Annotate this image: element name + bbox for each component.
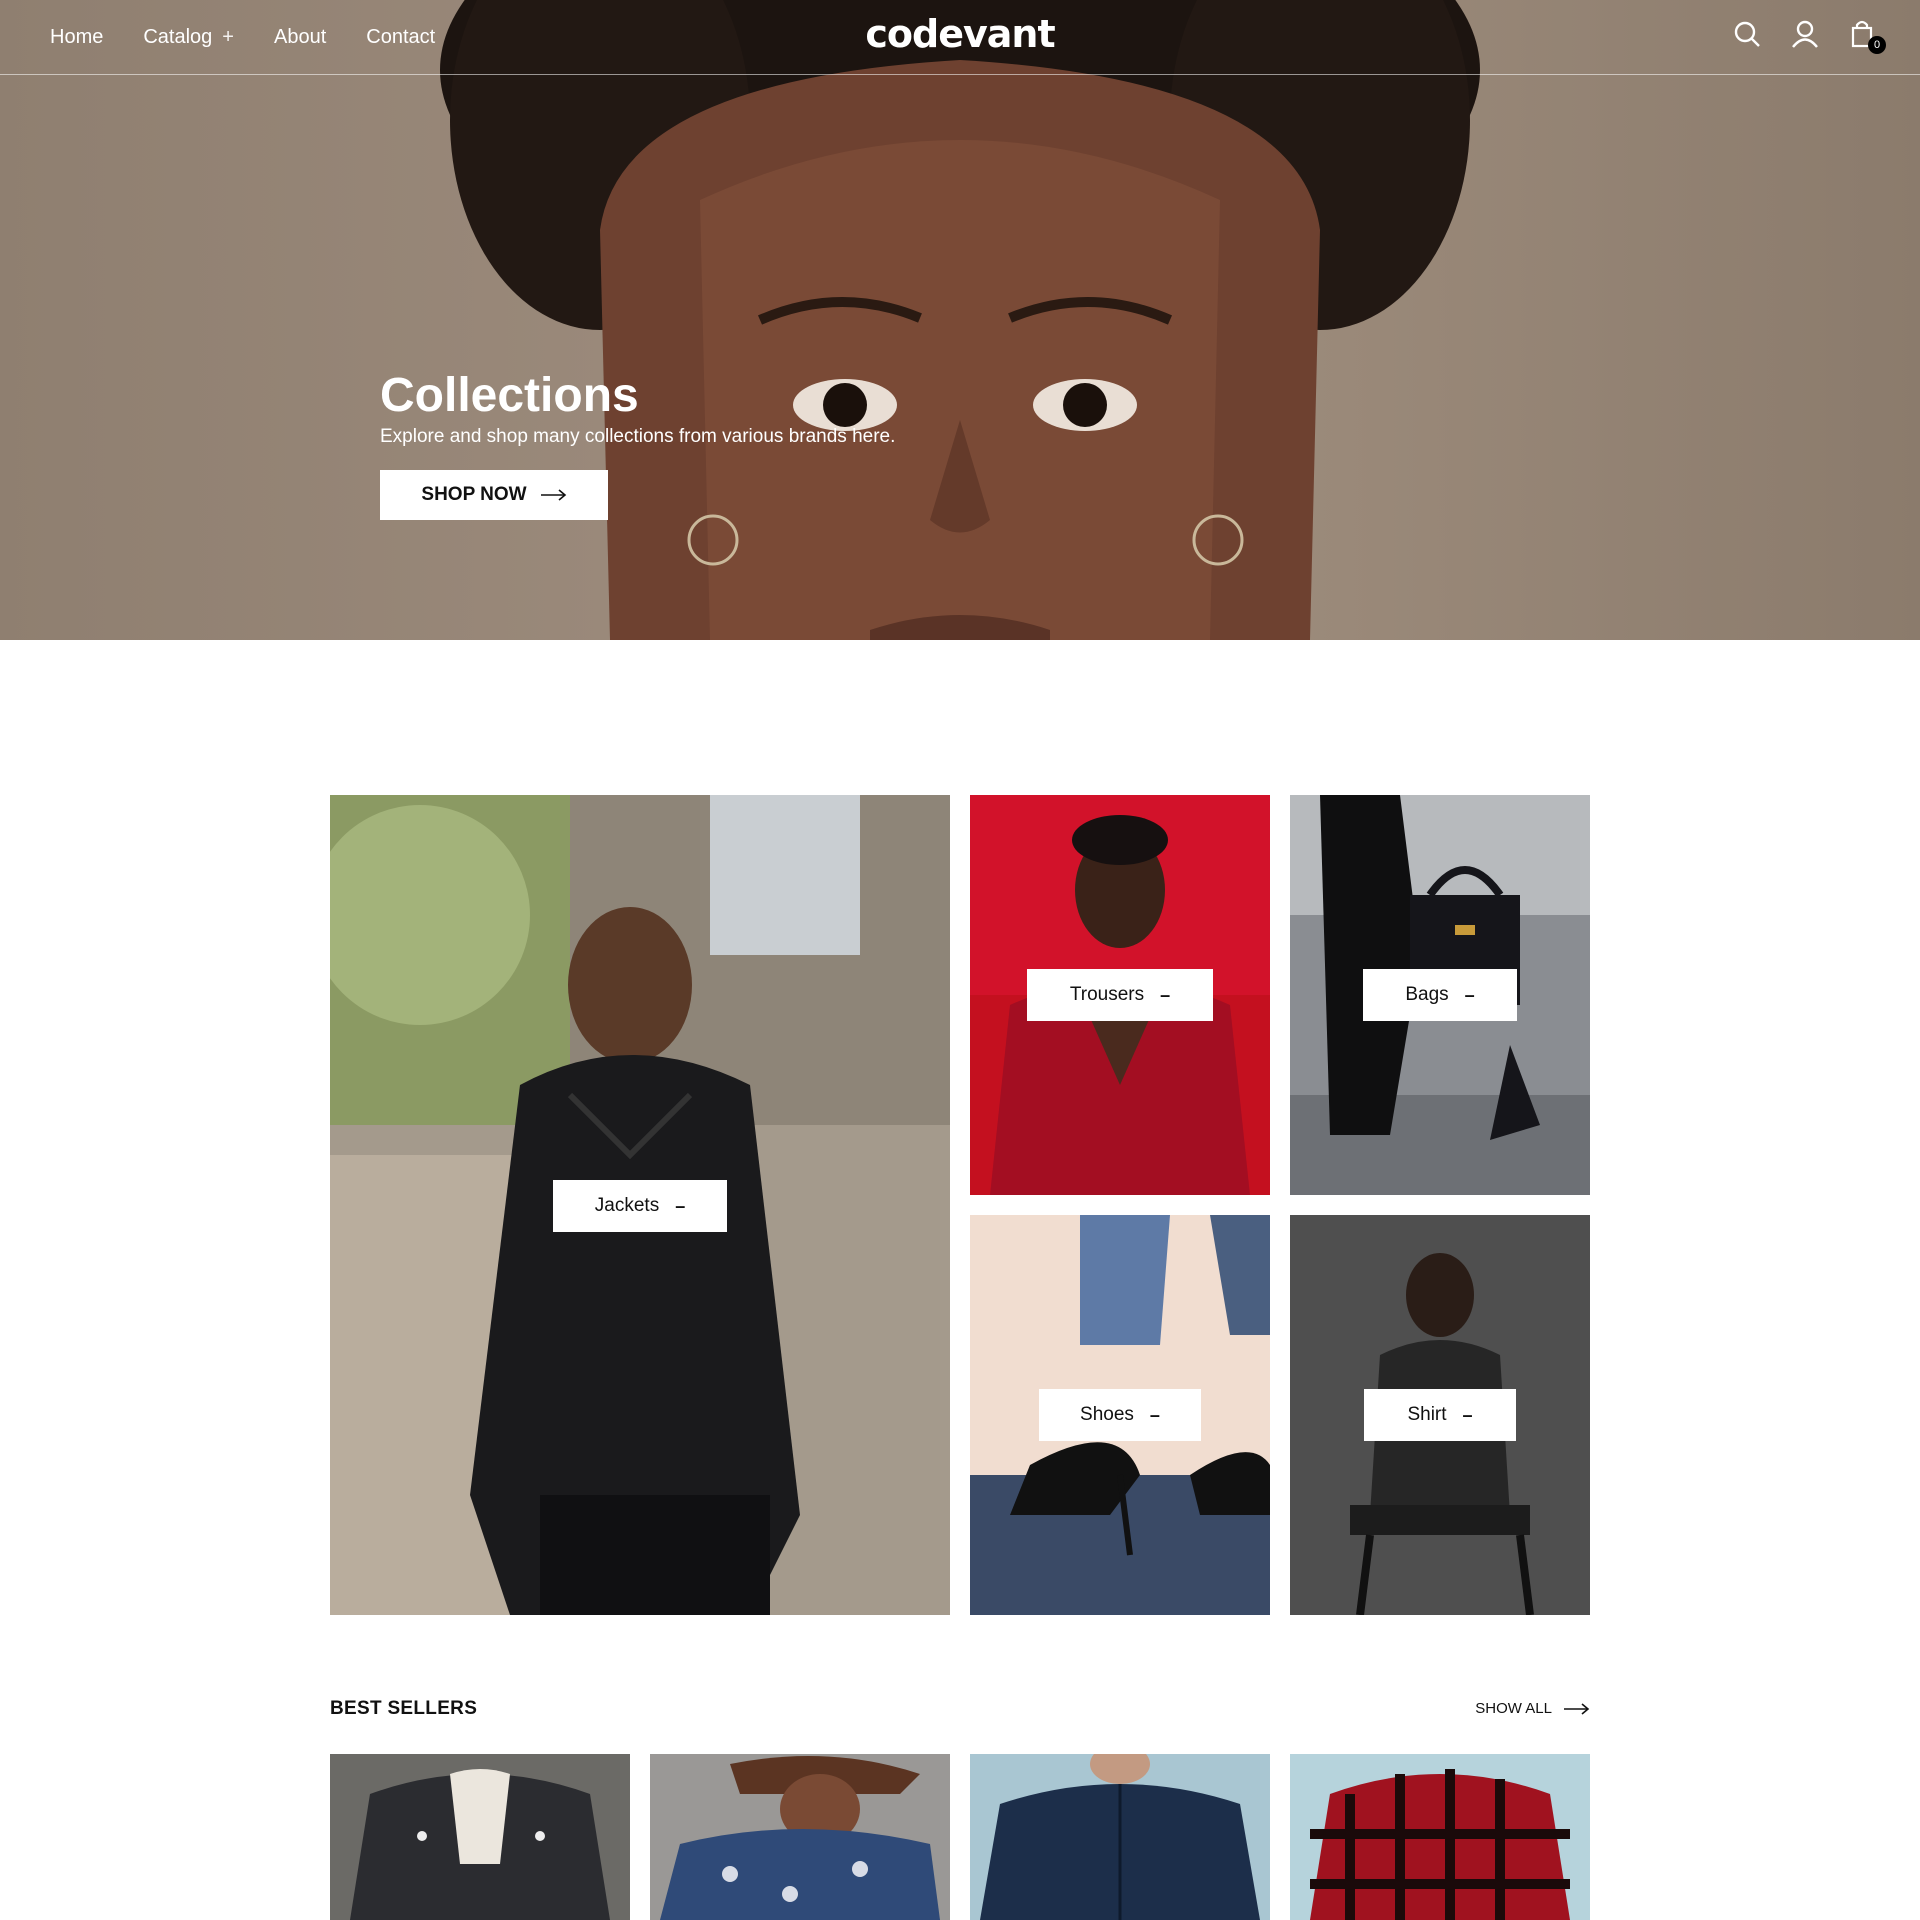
nav-icon-group: 0 bbox=[1732, 18, 1886, 54]
product-card[interactable] bbox=[330, 1754, 630, 1920]
shop-now-button[interactable]: SHOP NOW bbox=[380, 470, 608, 520]
best-sellers-heading: BEST SELLERS bbox=[330, 1698, 478, 1719]
product-card[interactable] bbox=[1290, 1754, 1590, 1920]
hero-title: Collections bbox=[380, 369, 639, 422]
top-navigation: Home Catalog + About Contact codevant 0 bbox=[0, 0, 1920, 75]
collection-label-shoes[interactable]: Shoes – bbox=[1039, 1389, 1201, 1441]
dash-icon: – bbox=[675, 1195, 686, 1216]
shirt-label-text: Shirt bbox=[1407, 1404, 1447, 1425]
cart-count-badge: 0 bbox=[1868, 36, 1886, 54]
product-image-patterned-shirt bbox=[650, 1754, 950, 1920]
user-icon[interactable] bbox=[1790, 18, 1820, 50]
jackets-label-text: Jackets bbox=[594, 1195, 660, 1216]
collection-label-bags[interactable]: Bags – bbox=[1363, 969, 1517, 1021]
show-all-link[interactable]: SHOW ALL bbox=[1475, 1700, 1590, 1717]
collection-label-trousers[interactable]: Trousers – bbox=[1027, 969, 1213, 1021]
arrow-right-icon bbox=[1564, 1702, 1590, 1715]
collection-tile-shirt[interactable]: Shirt – bbox=[1290, 1215, 1590, 1615]
search-icon[interactable] bbox=[1732, 18, 1762, 50]
product-card[interactable] bbox=[970, 1754, 1270, 1920]
collection-tile-jackets[interactable]: Jackets – bbox=[330, 795, 950, 1615]
collection-label-jackets[interactable]: Jackets – bbox=[553, 1180, 727, 1232]
dash-icon: – bbox=[1149, 1404, 1160, 1425]
bags-label-text: Bags bbox=[1405, 984, 1449, 1005]
hero-banner: Home Catalog + About Contact codevant 0 … bbox=[0, 0, 1920, 640]
shop-now-label: SHOP NOW bbox=[421, 484, 527, 505]
shoes-label-text: Shoes bbox=[1080, 1404, 1134, 1425]
collection-tile-trousers[interactable]: Trousers – bbox=[970, 795, 1270, 1195]
collection-tile-shoes[interactable]: Shoes – bbox=[970, 1215, 1270, 1615]
product-image-navy-jacket bbox=[970, 1754, 1270, 1920]
brand-logo[interactable]: codevant bbox=[0, 12, 1920, 56]
arrow-right-icon bbox=[540, 489, 566, 501]
dash-icon: – bbox=[1464, 984, 1475, 1005]
hero-content: Collections Explore and shop many collec… bbox=[380, 368, 895, 520]
product-card[interactable] bbox=[650, 1754, 950, 1920]
dash-icon: – bbox=[1462, 1404, 1473, 1425]
trousers-label-text: Trousers bbox=[1069, 984, 1145, 1005]
product-image-leather-jacket bbox=[330, 1754, 630, 1920]
cart-icon[interactable]: 0 bbox=[1848, 18, 1886, 54]
product-image-plaid-shirt bbox=[1290, 1754, 1590, 1920]
collection-tile-bags[interactable]: Bags – bbox=[1290, 795, 1590, 1195]
hero-portrait-image bbox=[440, 0, 1480, 640]
collection-label-shirt[interactable]: Shirt – bbox=[1364, 1389, 1516, 1441]
hero-subtitle: Explore and shop many collections from v… bbox=[380, 426, 896, 447]
show-all-label: SHOW ALL bbox=[1475, 1700, 1552, 1717]
dash-icon: – bbox=[1160, 984, 1171, 1005]
